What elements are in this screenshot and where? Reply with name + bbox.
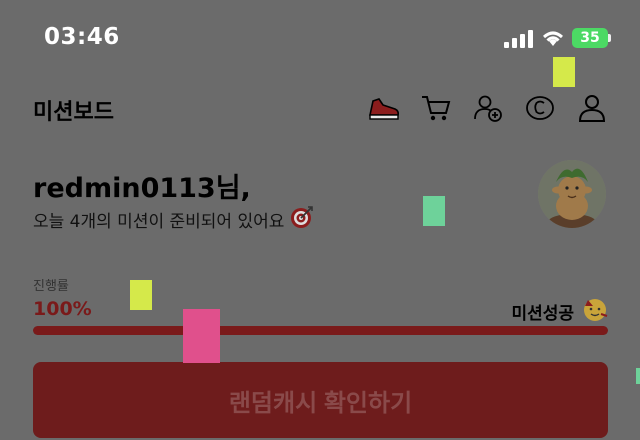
greeting-subtitle: 오늘 4개의 미션이 준비되어 있어요	[33, 212, 285, 232]
progress-bar	[33, 326, 608, 335]
marker-green-edge	[636, 368, 640, 384]
header-icon-bar	[366, 90, 610, 126]
battery-icon: 35	[572, 28, 608, 48]
mission-success-label: 미션성공	[511, 304, 574, 324]
marker-yellow-left	[130, 280, 152, 310]
profile-icon[interactable]	[574, 90, 610, 126]
mission-success: 미션성공	[511, 296, 608, 327]
signal-icon	[504, 30, 534, 52]
sneaker-icon[interactable]	[366, 90, 402, 126]
party-face-icon	[582, 296, 608, 327]
random-cash-button[interactable]: 랜덤캐시 확인하기	[33, 362, 608, 438]
progress-label: 진행률	[33, 279, 69, 294]
cart-icon[interactable]	[418, 90, 454, 126]
add-friend-icon[interactable]	[470, 90, 506, 126]
avatar[interactable]	[538, 160, 606, 228]
marker-green	[423, 196, 445, 226]
coin-icon[interactable]	[522, 90, 558, 126]
greeting-username: redmin0113님,	[33, 173, 251, 204]
page-title: 미션보드	[33, 100, 114, 125]
marker-pink	[183, 309, 220, 363]
battery-nub	[608, 34, 611, 42]
progress-bar-fill	[33, 326, 608, 335]
greeting-subtitle-row: 오늘 4개의 미션이 준비되어 있어요	[33, 205, 314, 234]
wifi-icon	[540, 28, 566, 52]
marker-yellow-top	[553, 57, 575, 87]
battery-level: 35	[580, 30, 600, 46]
progress-value: 100%	[33, 298, 92, 320]
status-time: 03:46	[44, 24, 120, 50]
target-icon	[290, 205, 314, 234]
